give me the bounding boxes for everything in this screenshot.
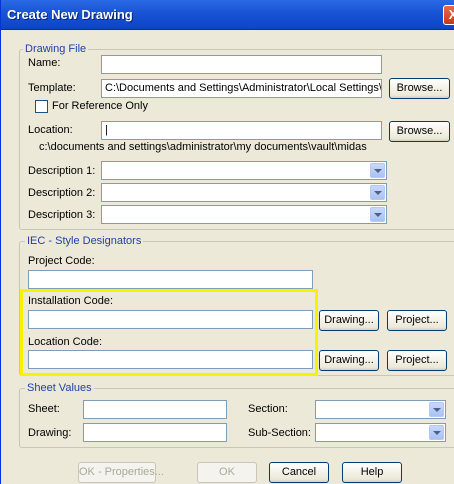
cancel-button[interactable]: Cancel	[269, 462, 329, 483]
project-code-input[interactable]	[28, 270, 313, 289]
location-project-button[interactable]: Project...	[387, 350, 447, 371]
description-2-select[interactable]	[101, 183, 387, 202]
template-label: Template:	[28, 82, 76, 94]
location-drawing-button[interactable]: Drawing...	[319, 350, 379, 371]
chevron-down-icon[interactable]	[429, 425, 444, 440]
close-button[interactable]: X	[443, 5, 454, 25]
chevron-down-icon[interactable]	[370, 207, 385, 222]
location-browse-button[interactable]: Browse...	[389, 121, 450, 142]
name-label: Name:	[28, 57, 61, 69]
section-select[interactable]	[315, 400, 446, 419]
sheet-values-legend: Sheet Values	[25, 382, 94, 394]
template-input[interactable]: C:\Documents and Settings\Administrator\…	[101, 79, 382, 98]
project-code-label: Project Code:	[28, 255, 95, 267]
location-path-text: c:\documents and settings\administrator\…	[39, 141, 367, 153]
for-reference-checkbox[interactable]	[35, 100, 48, 113]
location-code-label: Location Code:	[28, 336, 102, 348]
chevron-down-icon[interactable]	[429, 402, 444, 417]
installation-project-button[interactable]: Project...	[387, 310, 447, 331]
installation-code-label: Installation Code:	[28, 295, 113, 307]
dialog-title: Create New Drawing	[7, 7, 133, 22]
subsection-select[interactable]	[315, 423, 446, 442]
description-2-label: Description 2:	[28, 187, 96, 199]
drawing-file-legend: Drawing File	[23, 43, 89, 55]
iec-legend: IEC - Style Designators	[25, 235, 144, 247]
drawing-label: Drawing:	[28, 427, 72, 439]
location-code-input[interactable]	[28, 350, 313, 369]
installation-drawing-button[interactable]: Drawing...	[319, 310, 379, 331]
help-button[interactable]: Help	[342, 462, 402, 483]
location-input[interactable]: |	[101, 121, 382, 140]
description-3-select[interactable]	[101, 205, 387, 224]
sheet-input[interactable]	[83, 400, 227, 419]
location-label: Location:	[28, 124, 73, 136]
section-label: Section:	[248, 403, 288, 415]
title-bar[interactable]: Create New Drawing X	[1, 0, 454, 30]
create-new-drawing-dialog: Create New Drawing X Drawing File Name: …	[0, 0, 454, 484]
template-browse-button[interactable]: Browse...	[389, 78, 450, 99]
installation-code-input[interactable]	[28, 310, 313, 329]
description-3-label: Description 3:	[28, 209, 96, 221]
ok-properties-button[interactable]: OK - Properties...	[78, 462, 164, 483]
name-input[interactable]	[101, 55, 382, 74]
for-reference-label: For Reference Only	[52, 100, 148, 112]
description-1-select[interactable]	[101, 161, 387, 180]
drawing-input[interactable]	[83, 423, 227, 442]
subsection-label: Sub-Section:	[248, 427, 311, 439]
description-1-label: Description 1:	[28, 165, 96, 177]
sheet-label: Sheet:	[28, 403, 60, 415]
chevron-down-icon[interactable]	[370, 185, 385, 200]
ok-button[interactable]: OK	[197, 462, 257, 483]
chevron-down-icon[interactable]	[370, 163, 385, 178]
